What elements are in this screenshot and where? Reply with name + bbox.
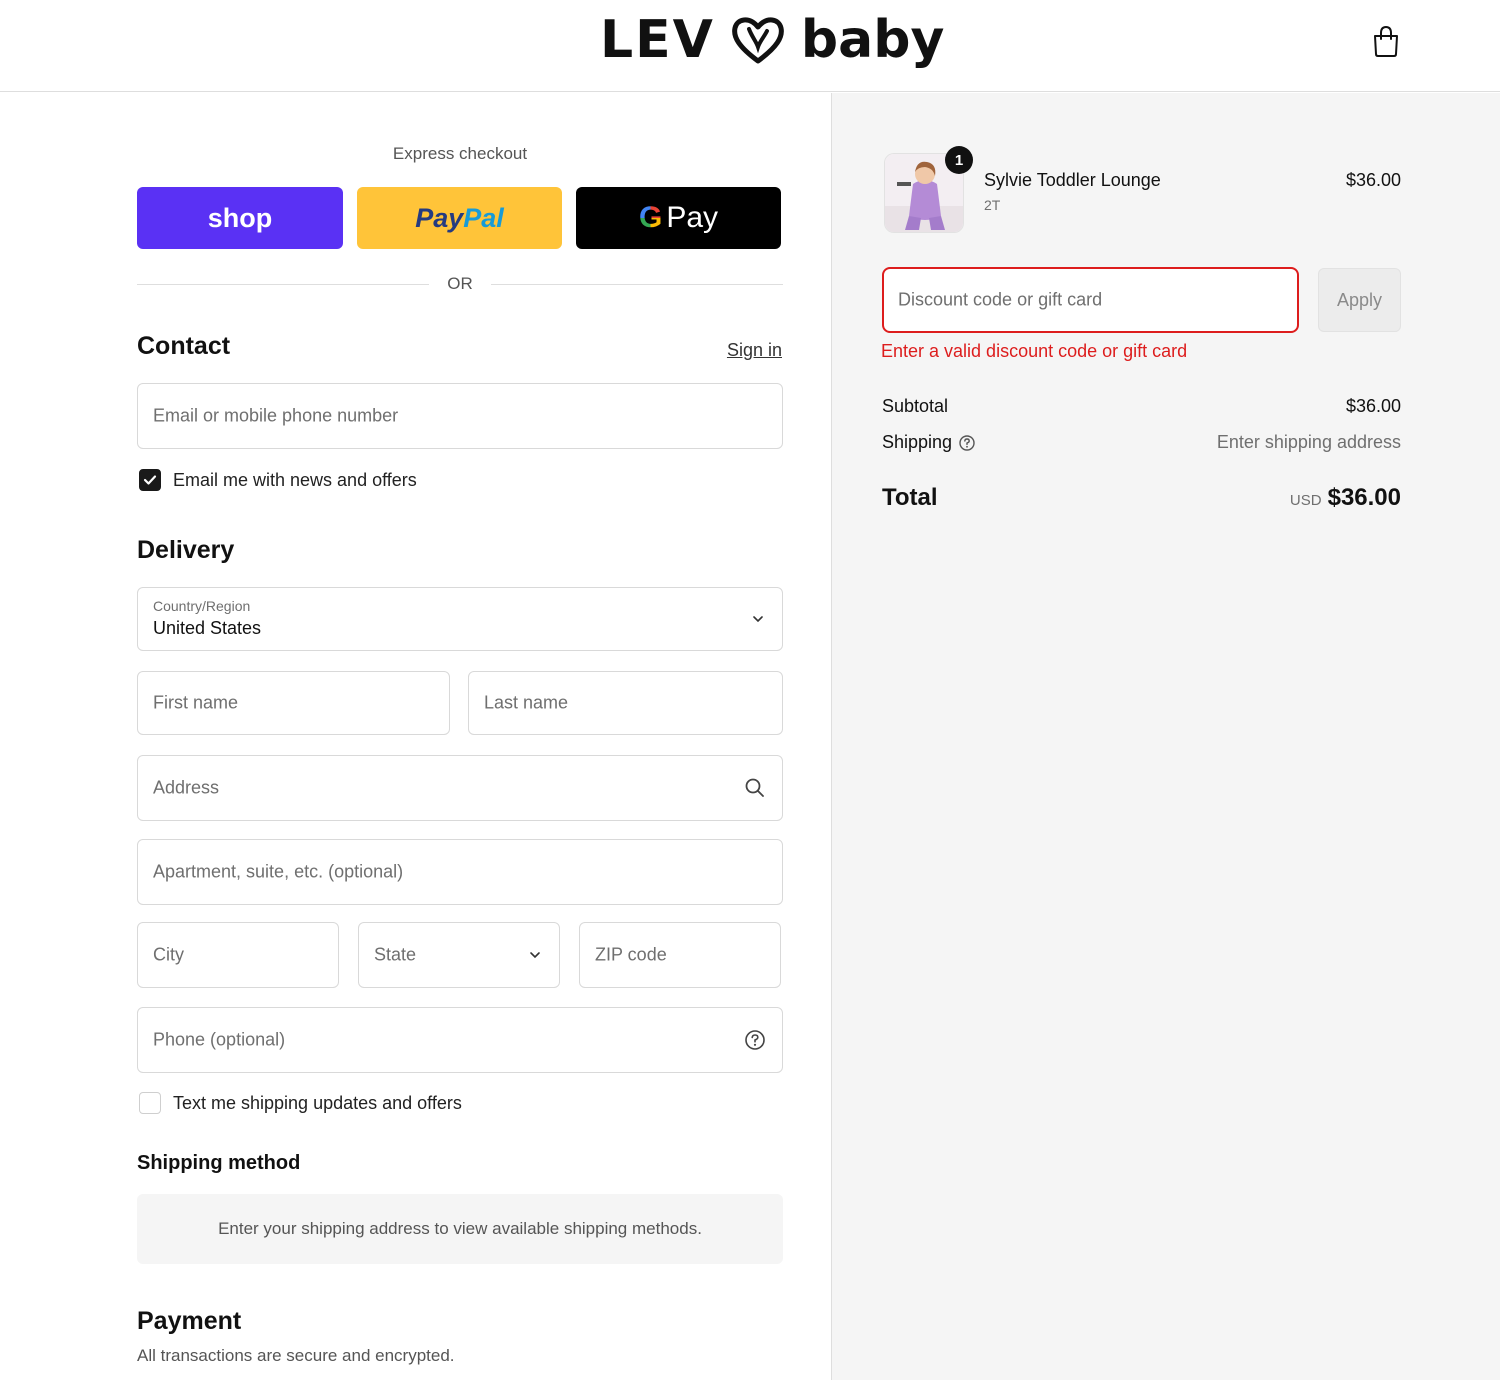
logo-text-baby: baby <box>800 10 945 70</box>
quantity-badge: 1 <box>945 146 973 174</box>
chevron-down-icon <box>530 952 540 959</box>
first-name-field[interactable]: First name <box>137 671 450 735</box>
first-name-placeholder: First name <box>153 692 239 713</box>
total-amount: USD $36.00 <box>1200 484 1401 512</box>
total-currency: USD <box>1289 492 1322 509</box>
city-field[interactable]: City <box>137 922 339 988</box>
last-name-placeholder: Last name <box>484 692 569 713</box>
last-name-field[interactable]: Last name <box>468 671 783 735</box>
divider-line <box>490 283 783 285</box>
subtotal-label: Subtotal <box>882 396 949 416</box>
paypal-label-pal: Pal <box>463 202 504 233</box>
express-checkout-title: Express checkout <box>392 144 528 163</box>
shopping-bag-icon[interactable] <box>1370 24 1402 58</box>
or-divider: OR <box>137 272 783 296</box>
state-placeholder: State <box>374 944 417 965</box>
news-checkbox[interactable] <box>139 469 161 491</box>
phone-placeholder: Phone (optional) <box>153 1029 286 1050</box>
zip-field[interactable]: ZIP code <box>579 922 781 988</box>
country-value: United States <box>153 618 262 638</box>
header: LEV baby <box>0 0 1500 92</box>
logo-text-lev: LEV <box>600 10 715 70</box>
check-icon <box>143 475 157 485</box>
payment-subtitle: All transactions are secure and encrypte… <box>137 1346 455 1365</box>
paypal-label-pay: Pay <box>415 202 464 233</box>
google-pay-button[interactable]: G Pay <box>576 187 781 249</box>
total-value: $36.00 <box>1327 484 1401 511</box>
apply-discount-button[interactable]: Apply <box>1318 268 1401 332</box>
country-label: Country/Region <box>153 598 251 614</box>
chevron-down-icon <box>753 616 763 623</box>
product-variant: 2T <box>984 197 1001 213</box>
contact-title: Contact <box>137 332 231 360</box>
shop-pay-label: shop <box>207 202 273 233</box>
divider-line <box>137 283 430 285</box>
help-circle-icon[interactable] <box>744 1029 766 1051</box>
apartment-placeholder: Apartment, suite, etc. (optional) <box>153 861 404 882</box>
sms-optin-row[interactable]: Text me shipping updates and offers <box>139 1092 462 1114</box>
shipping-label: Shipping <box>882 432 953 452</box>
subtotal-value: $36.00 <box>1345 396 1401 416</box>
total-label: Total <box>882 484 938 511</box>
phone-field[interactable]: Phone (optional) <box>137 1007 783 1073</box>
product-name: Sylvie Toddler Lounge <box>984 170 1161 190</box>
search-icon[interactable] <box>744 777 766 799</box>
email-placeholder: Email or mobile phone number <box>153 405 399 426</box>
shop-pay-button[interactable]: shop <box>137 187 343 249</box>
or-label: OR <box>447 274 473 293</box>
paypal-button[interactable]: Pay Pal <box>357 187 562 249</box>
payment-title: Payment <box>137 1307 242 1335</box>
apartment-field[interactable]: Apartment, suite, etc. (optional) <box>137 839 783 905</box>
sign-in-link[interactable]: Sign in <box>700 340 782 361</box>
sms-checkbox[interactable] <box>139 1092 161 1114</box>
delivery-title: Delivery <box>137 536 235 564</box>
address-field[interactable]: Address <box>137 755 783 821</box>
product-price: $36.00 <box>1345 170 1401 190</box>
google-pay-label: Pay <box>666 201 719 234</box>
discount-code-input[interactable]: Discount code or gift card <box>882 267 1299 333</box>
country-select[interactable]: Country/Region United States <box>137 587 783 651</box>
sms-label: Text me shipping updates and offers <box>173 1092 462 1113</box>
news-optin-row[interactable]: Email me with news and offers <box>139 469 417 491</box>
state-select[interactable]: State <box>358 922 560 988</box>
heart-icon <box>732 17 784 64</box>
brand-logo[interactable]: LEV baby <box>600 8 944 72</box>
zip-placeholder: ZIP code <box>595 944 667 965</box>
address-placeholder: Address <box>153 777 220 798</box>
shipping-method-title: Shipping method <box>137 1152 301 1174</box>
city-placeholder: City <box>153 944 184 965</box>
shipping-label-row: Shipping <box>882 432 976 453</box>
shipping-method-text: Enter your shipping address to view avai… <box>218 1219 702 1238</box>
shipping-value: Enter shipping address <box>1216 432 1401 452</box>
news-label: Email me with news and offers <box>173 469 417 490</box>
email-field[interactable]: Email or mobile phone number <box>137 383 783 449</box>
discount-placeholder: Discount code or gift card <box>898 289 1103 310</box>
shipping-method-info: Enter your shipping address to view avai… <box>137 1194 783 1264</box>
google-g-icon: G <box>638 201 663 234</box>
discount-error-message: Enter a valid discount code or gift card <box>881 341 1188 361</box>
help-circle-icon[interactable] <box>958 434 976 452</box>
